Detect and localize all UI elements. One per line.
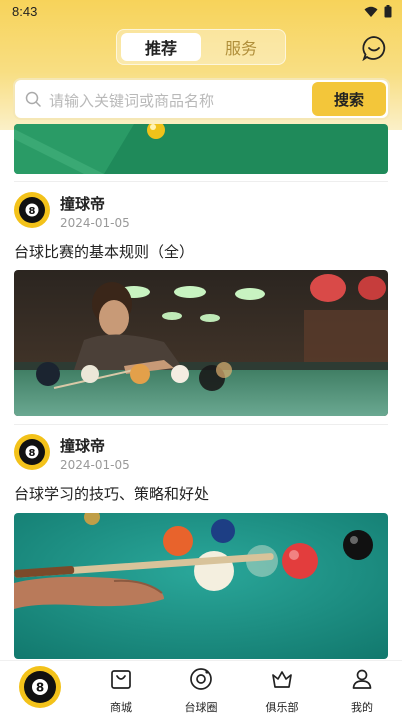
post-author: 撞球帝 — [60, 437, 106, 455]
nav-item-mine[interactable]: 我的 — [332, 661, 392, 716]
home-8ball-icon[interactable]: 8 — [19, 666, 61, 708]
avatar: 8 — [14, 192, 50, 228]
nav-item-shop[interactable]: 商城 — [91, 661, 151, 716]
feed-list: 8 撞球帝 2024-01-05 台球比赛的基本规则（全） 8 撞球帝 2024… — [0, 124, 402, 660]
top-tab-switcher: 推荐 服务 — [116, 29, 286, 65]
svg-text:8: 8 — [29, 206, 36, 217]
shop-bag-icon — [111, 670, 131, 689]
divider — [14, 424, 388, 425]
tab-recommend[interactable]: 推荐 — [121, 33, 201, 61]
bottom-nav: 8 商城 台球圈 俱乐部 我的 — [0, 660, 402, 716]
post-date: 2024-01-05 — [60, 216, 130, 230]
status-time: 8:43 — [12, 4, 38, 19]
post-title: 台球比赛的基本规则（全） — [14, 243, 195, 261]
wifi-icon — [364, 6, 378, 17]
nav-item-club[interactable]: 俱乐部 — [252, 661, 312, 716]
search-icon — [25, 91, 41, 107]
post-date: 2024-01-05 — [60, 458, 130, 472]
status-icons — [364, 5, 392, 18]
smile-chat-icon — [362, 36, 386, 62]
post-title: 台球学习的技巧、策略和好处 — [14, 485, 210, 503]
divider — [14, 181, 388, 182]
battery-icon — [384, 5, 392, 18]
svg-text:8: 8 — [29, 448, 36, 459]
user-icon — [352, 669, 372, 689]
nav-label: 商城 — [110, 701, 132, 714]
post-author: 撞球帝 — [60, 195, 106, 213]
post-image[interactable] — [14, 513, 388, 659]
search-button[interactable]: 搜索 — [312, 82, 386, 116]
nav-item-circle[interactable]: 台球圈 — [171, 661, 231, 716]
crown-icon — [272, 671, 292, 688]
post-image-previous[interactable] — [14, 124, 388, 174]
nav-label: 俱乐部 — [265, 701, 299, 714]
svg-text:8: 8 — [36, 681, 44, 695]
nav-label: 我的 — [351, 701, 373, 714]
tab-service[interactable]: 服务 — [201, 33, 281, 61]
nav-label: 台球圈 — [184, 701, 218, 714]
assistant-button[interactable] — [361, 35, 387, 62]
status-bar: 8:43 — [0, 0, 402, 24]
avatar: 8 — [14, 434, 50, 470]
search-bar: 请输入关键词或商品名称 搜索 — [13, 78, 390, 120]
target-circle-icon — [190, 668, 212, 690]
post-image[interactable] — [14, 270, 388, 416]
search-input[interactable]: 请输入关键词或商品名称 — [49, 90, 214, 111]
